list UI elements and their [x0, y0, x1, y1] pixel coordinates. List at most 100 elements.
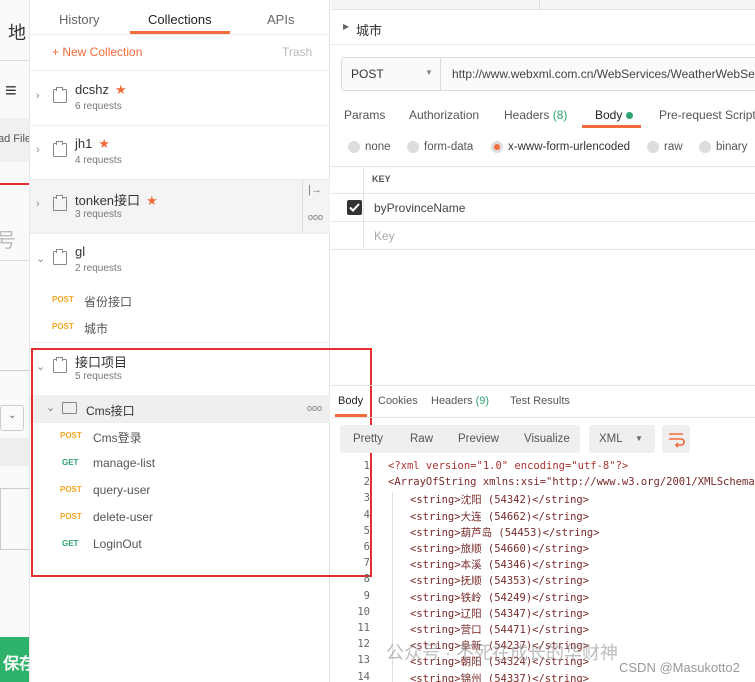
wrap-lines-icon	[669, 433, 685, 448]
tab-count: (9)	[475, 395, 490, 407]
star-icon[interactable]: ★	[115, 82, 127, 97]
request-panel: ▶ 城市 POST ▼ http://www.webxml.com.cn/Web…	[331, 0, 755, 682]
background-window-strip: 地 ≡ ad File 号 ⌄ 保存	[0, 0, 30, 682]
radio-raw[interactable]	[647, 141, 659, 153]
star-icon[interactable]: ★	[98, 136, 110, 151]
collection-name: gl	[75, 244, 86, 259]
code-line: 8 <string>抚顺 (54353)</string>	[331, 573, 755, 589]
tab-headers[interactable]: Headers (8)	[504, 108, 567, 122]
method-badge: POST	[52, 295, 74, 304]
star-icon[interactable]: ★	[146, 193, 158, 208]
run-collection-icon[interactable]: |→	[308, 184, 322, 196]
radio-urlencoded-selected[interactable]	[491, 141, 503, 153]
watermark-text: 公众号 · 不死在成长的华财神	[386, 643, 618, 663]
tab-authorization[interactable]: Authorization	[409, 108, 479, 122]
collection-name: dcshz	[75, 82, 109, 97]
more-options-icon[interactable]: ooo	[308, 212, 323, 222]
code-line: 3 <string>沈阳 (54342)</string>	[331, 492, 755, 508]
line-number: 12	[357, 638, 370, 651]
collection-gl[interactable]: ⌄ gl 2 requests	[30, 234, 330, 288]
tab-label: Headers	[431, 395, 473, 407]
row-enabled-checkbox[interactable]	[347, 200, 362, 215]
url-value: http://www.webxml.com.cn/WebServices/Wea…	[452, 67, 755, 81]
line-text: <string>辽阳 (54347)</string>	[410, 607, 590, 620]
request-tab-strip	[331, 0, 755, 10]
collection-jh1[interactable]: › jh1 ★ 4 requests	[30, 126, 330, 180]
response-tab-body[interactable]: Body	[338, 395, 363, 407]
method-badge: POST	[52, 322, 74, 331]
request-count: 3 requests	[75, 209, 122, 220]
view-preview[interactable]: Preview	[458, 433, 499, 445]
view-raw[interactable]: Raw	[410, 433, 433, 445]
param-key[interactable]: byProvinceName	[374, 201, 465, 215]
save-button-partial[interactable]: 保存	[3, 650, 29, 674]
code-line: 6 <string>旅顺 (54660)</string>	[331, 541, 755, 557]
code-line: 1 <?xml version="1.0" encoding="utf-8"?>	[331, 460, 755, 476]
key-placeholder[interactable]: Key	[374, 229, 395, 243]
chevron-right-icon[interactable]: ›	[36, 90, 40, 102]
line-number: 9	[363, 589, 370, 602]
method-select[interactable]: POST ▼	[341, 57, 441, 91]
view-pretty[interactable]: Pretty	[353, 433, 383, 445]
import-file-partial: ad File	[0, 133, 30, 145]
menu-icon[interactable]: ≡	[5, 80, 17, 103]
number-label-partial: 号	[0, 224, 16, 253]
body-type-form-data[interactable]: form-data	[424, 141, 473, 153]
request-count: 4 requests	[75, 155, 122, 166]
line-number: 11	[357, 622, 370, 634]
tab-body[interactable]: Body	[595, 108, 633, 122]
collection-dcshz[interactable]: › dcshz ★ 6 requests	[30, 72, 330, 126]
code-line: 5 <string>葫芦岛 (54453)</string>	[331, 525, 755, 541]
chevron-down-icon[interactable]: ⌄	[8, 410, 16, 421]
tab-label: Body	[595, 108, 623, 122]
collection-name: tonken接口	[75, 193, 141, 208]
request-title: 城市	[356, 23, 383, 38]
caret-down-icon: ▼	[425, 68, 433, 77]
request-name: 城市	[84, 322, 109, 336]
response-tab-cookies[interactable]: Cookies	[378, 395, 418, 407]
tab-history[interactable]: History	[59, 12, 99, 27]
collection-folder-icon	[53, 141, 67, 157]
line-number: 7	[363, 557, 370, 570]
body-type-none[interactable]: none	[365, 141, 391, 153]
new-collection-button[interactable]: + New Collection	[52, 45, 142, 59]
code-line: 10 <string>辽阳 (54347)</string>	[331, 606, 755, 622]
format-select[interactable]: XML ▼	[589, 425, 655, 453]
tab-apis[interactable]: APIs	[267, 12, 294, 27]
collection-folder-icon	[53, 249, 67, 265]
view-visualize[interactable]: Visualize	[524, 433, 570, 445]
radio-form-data[interactable]	[407, 141, 419, 153]
tab-collections[interactable]: Collections	[148, 12, 212, 27]
trash-link[interactable]: Trash	[282, 45, 312, 59]
line-text: <string>大连 (54662)</string>	[410, 510, 590, 523]
response-tab-test-results[interactable]: Test Results	[510, 395, 570, 407]
csdn-watermark: CSDN @Masukotto2	[619, 660, 740, 675]
line-text: <string>葫芦岛 (54453)</string>	[410, 526, 600, 539]
code-line: 9 <string>铁岭 (54249)</string>	[331, 590, 755, 606]
wrap-lines-button[interactable]	[662, 425, 690, 453]
view-mode-group: Pretty Raw Preview Visualize	[340, 425, 580, 453]
chevron-down-icon[interactable]: ⌄	[36, 252, 45, 265]
line-number: 2	[363, 476, 370, 489]
request-item[interactable]: POST 城市	[30, 314, 330, 341]
tab-pre-request-script[interactable]: Pre-request Script	[659, 108, 755, 122]
url-input[interactable]: http://www.webxml.com.cn/WebServices/Wea…	[441, 57, 755, 91]
chevron-right-icon[interactable]: ›	[36, 144, 40, 156]
body-type-binary[interactable]: binary	[716, 141, 747, 153]
line-text: <string>铁岭 (54249)</string>	[410, 591, 590, 604]
response-tab-headers[interactable]: Headers (9)	[431, 395, 489, 407]
tab-params[interactable]: Params	[344, 108, 385, 122]
body-type-urlencoded[interactable]: x-www-form-urlencoded	[508, 141, 630, 153]
chevron-right-icon[interactable]: ›	[36, 198, 40, 210]
caret-right-icon[interactable]: ▶	[343, 22, 349, 31]
code-line: 11 <string>营口 (54471)</string>	[331, 622, 755, 638]
line-text: <string>锦州 (54337)</string>	[410, 672, 590, 682]
body-type-raw[interactable]: raw	[664, 141, 683, 153]
radio-none[interactable]	[348, 141, 360, 153]
request-item[interactable]: POST 省份接口	[30, 287, 330, 314]
format-value: XML	[599, 433, 623, 445]
request-name: 省份接口	[84, 295, 133, 309]
radio-binary[interactable]	[699, 141, 711, 153]
collection-tonken[interactable]: › tonken接口 ★ 3 requests |→ ooo	[30, 180, 330, 234]
line-text: <?xml version="1.0" encoding="utf-8"?>	[388, 460, 629, 472]
